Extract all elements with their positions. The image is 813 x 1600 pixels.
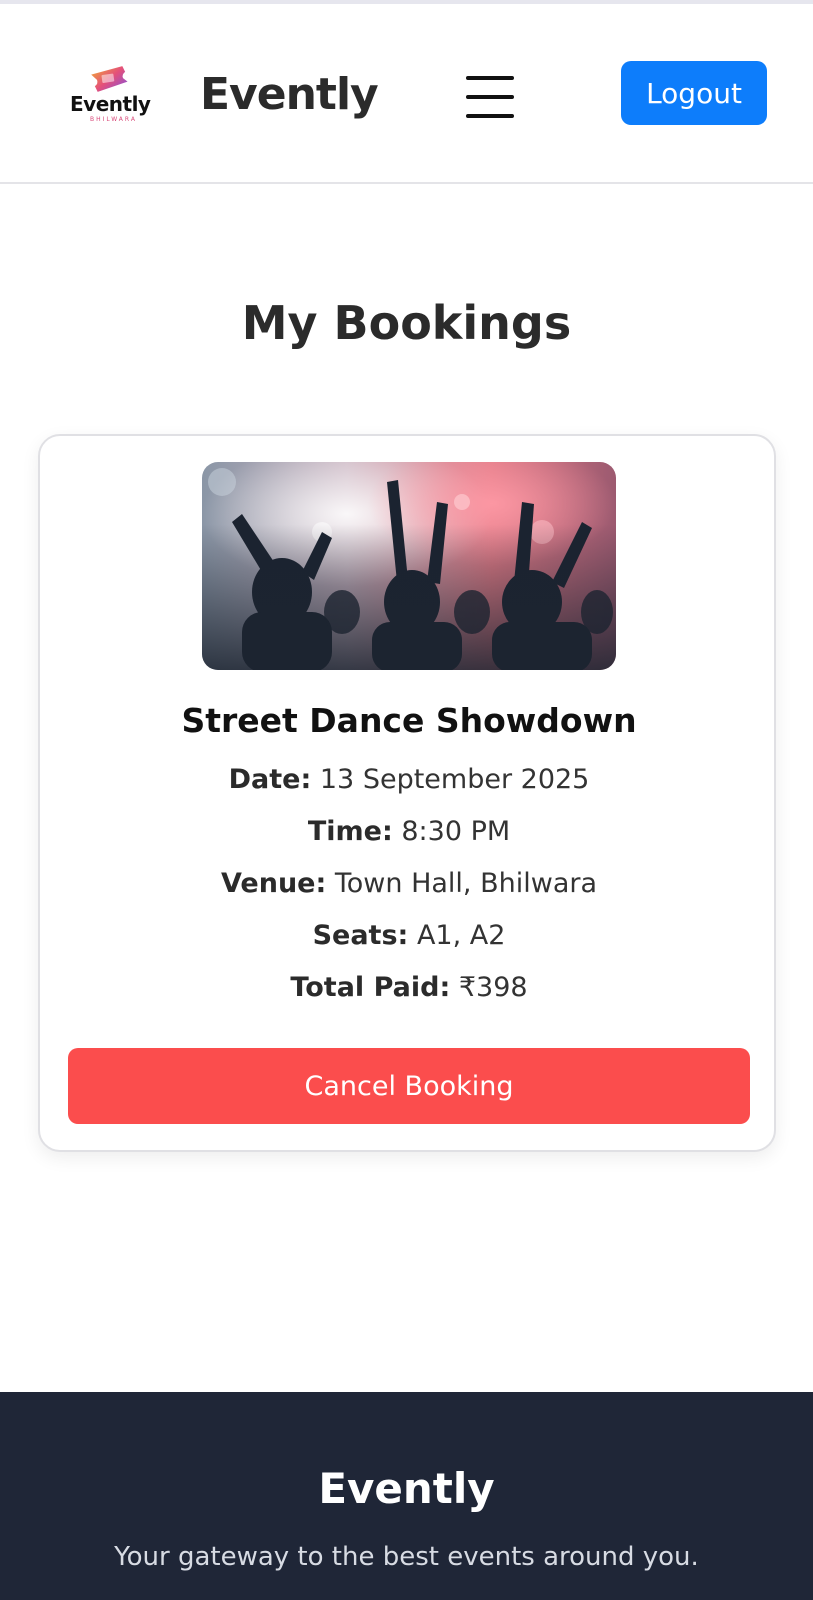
detail-total: Total Paid: ₹398 (40, 972, 778, 1003)
footer-tagline: Your gateway to the best events around y… (114, 1542, 699, 1572)
venue-value: Town Hall, Bhilwara (334, 868, 598, 899)
time-label: Time: (307, 816, 393, 847)
date-label: Date: (228, 764, 312, 795)
cancel-booking-button[interactable]: Cancel Booking (68, 1048, 750, 1124)
detail-seats: Seats: A1, A2 (40, 920, 778, 951)
event-title: Street Dance Showdown (181, 701, 637, 740)
concert-crowd-image (202, 462, 616, 670)
logo-text: Evently (70, 92, 151, 116)
seats-label: Seats: (312, 920, 409, 951)
footer-brand: Evently (318, 1464, 495, 1513)
logo[interactable]: Evently BHILWARA (66, 64, 156, 124)
venue-label: Venue: (220, 868, 327, 899)
app-header: Evently BHILWARA Evently Logout (0, 4, 813, 184)
seats-value: A1, A2 (416, 920, 506, 951)
ticket-logo-icon (91, 66, 128, 92)
total-label: Total Paid: (290, 972, 451, 1003)
detail-time: Time: 8:30 PM (40, 816, 778, 847)
event-photo (202, 462, 616, 670)
detail-date: Date: 13 September 2025 (40, 764, 778, 795)
total-value: ₹398 (458, 972, 528, 1003)
footer: Evently Your gateway to the best events … (0, 1392, 813, 1600)
hamburger-menu-icon[interactable] (466, 72, 514, 122)
date-value: 13 September 2025 (319, 764, 590, 795)
time-value: 8:30 PM (401, 816, 511, 847)
brand-title: Evently (200, 69, 379, 120)
detail-venue: Venue: Town Hall, Bhilwara (40, 868, 778, 899)
logout-button[interactable]: Logout (621, 61, 767, 125)
booking-card: Street Dance Showdown Date: 13 September… (38, 434, 776, 1152)
page-title: My Bookings (241, 296, 572, 350)
logo-subtext: BHILWARA (90, 116, 137, 123)
